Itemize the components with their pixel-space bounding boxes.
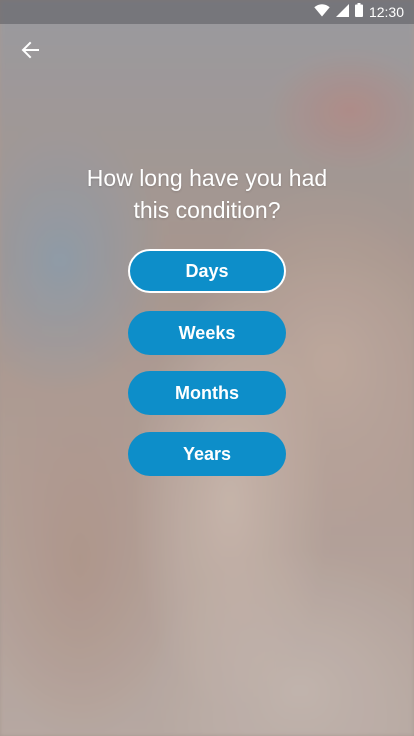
cellular-signal-icon bbox=[335, 3, 349, 21]
background-overlay bbox=[0, 0, 414, 736]
battery-icon bbox=[354, 3, 363, 21]
question-line-2: this condition? bbox=[133, 197, 281, 223]
option-years-button[interactable]: Years bbox=[128, 432, 286, 476]
arrow-left-icon bbox=[21, 41, 39, 63]
option-days-button[interactable]: Days bbox=[128, 249, 286, 293]
question-heading: How long have you had this condition? bbox=[40, 162, 374, 226]
back-button[interactable] bbox=[16, 38, 44, 66]
option-months-button[interactable]: Months bbox=[128, 371, 286, 415]
screen: 12:30 How long have you had this conditi… bbox=[0, 0, 414, 736]
status-bar: 12:30 bbox=[0, 0, 414, 24]
wifi-icon bbox=[314, 3, 330, 21]
status-time: 12:30 bbox=[368, 4, 404, 20]
question-line-1: How long have you had bbox=[86, 165, 328, 191]
option-weeks-button[interactable]: Weeks bbox=[128, 311, 286, 355]
